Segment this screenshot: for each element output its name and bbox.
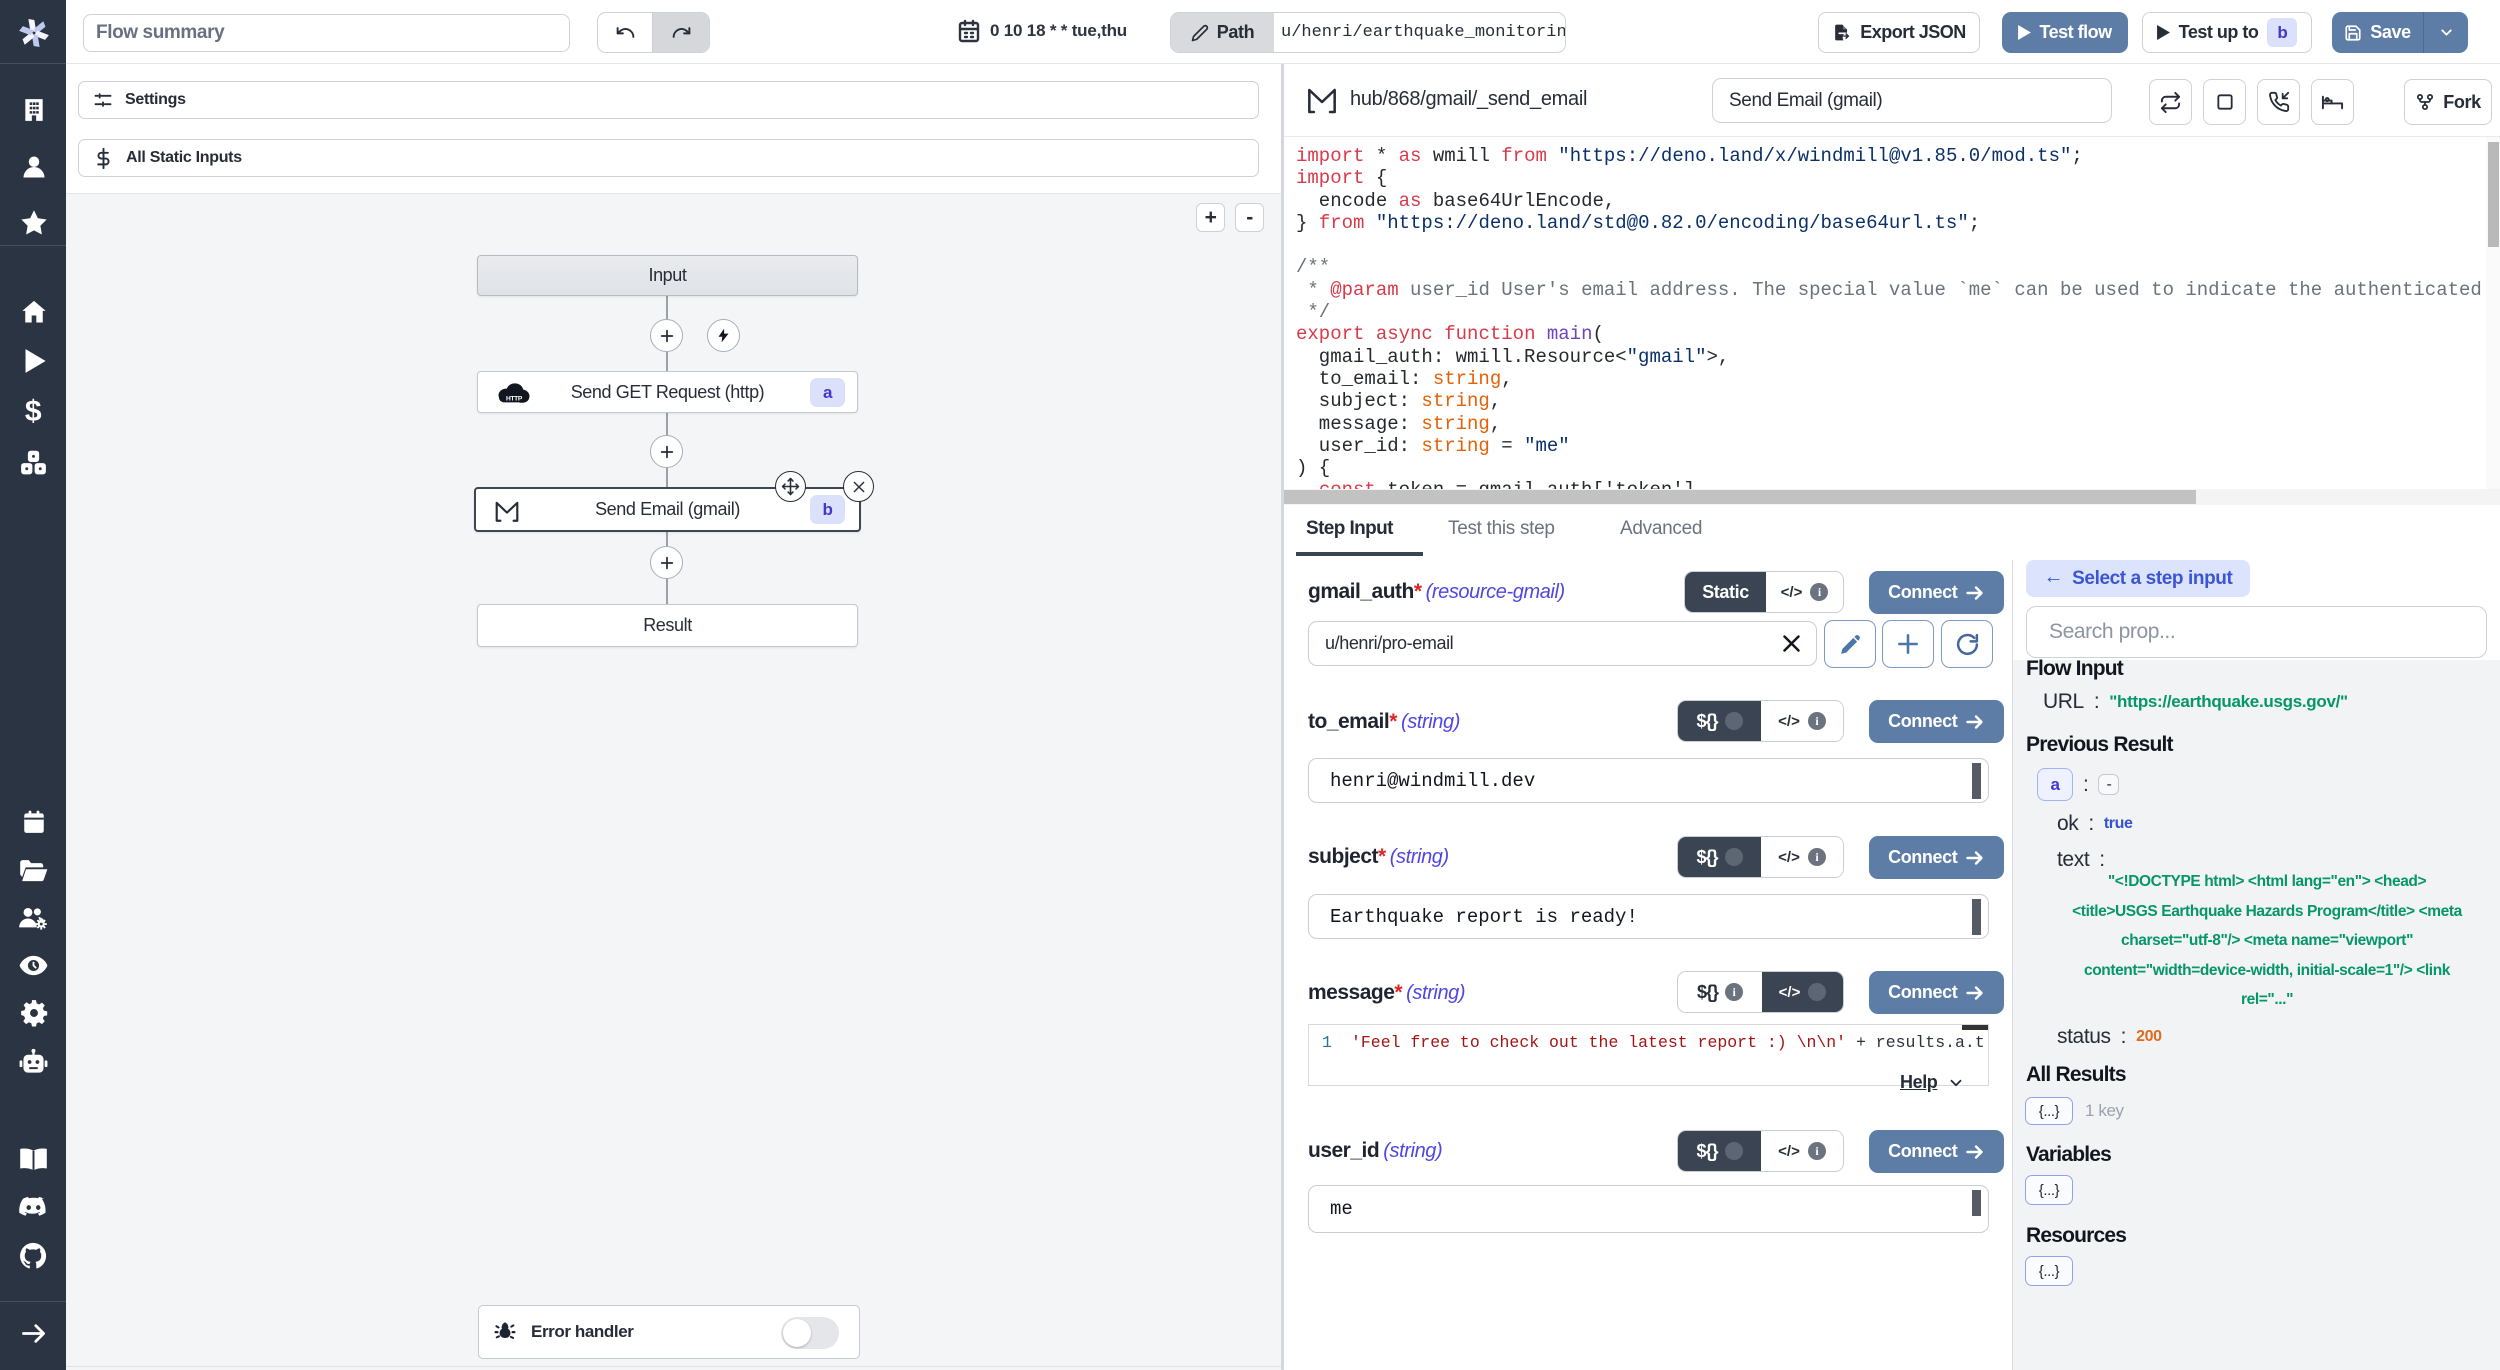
svg-text:HTTP: HTTP <box>506 396 523 403</box>
